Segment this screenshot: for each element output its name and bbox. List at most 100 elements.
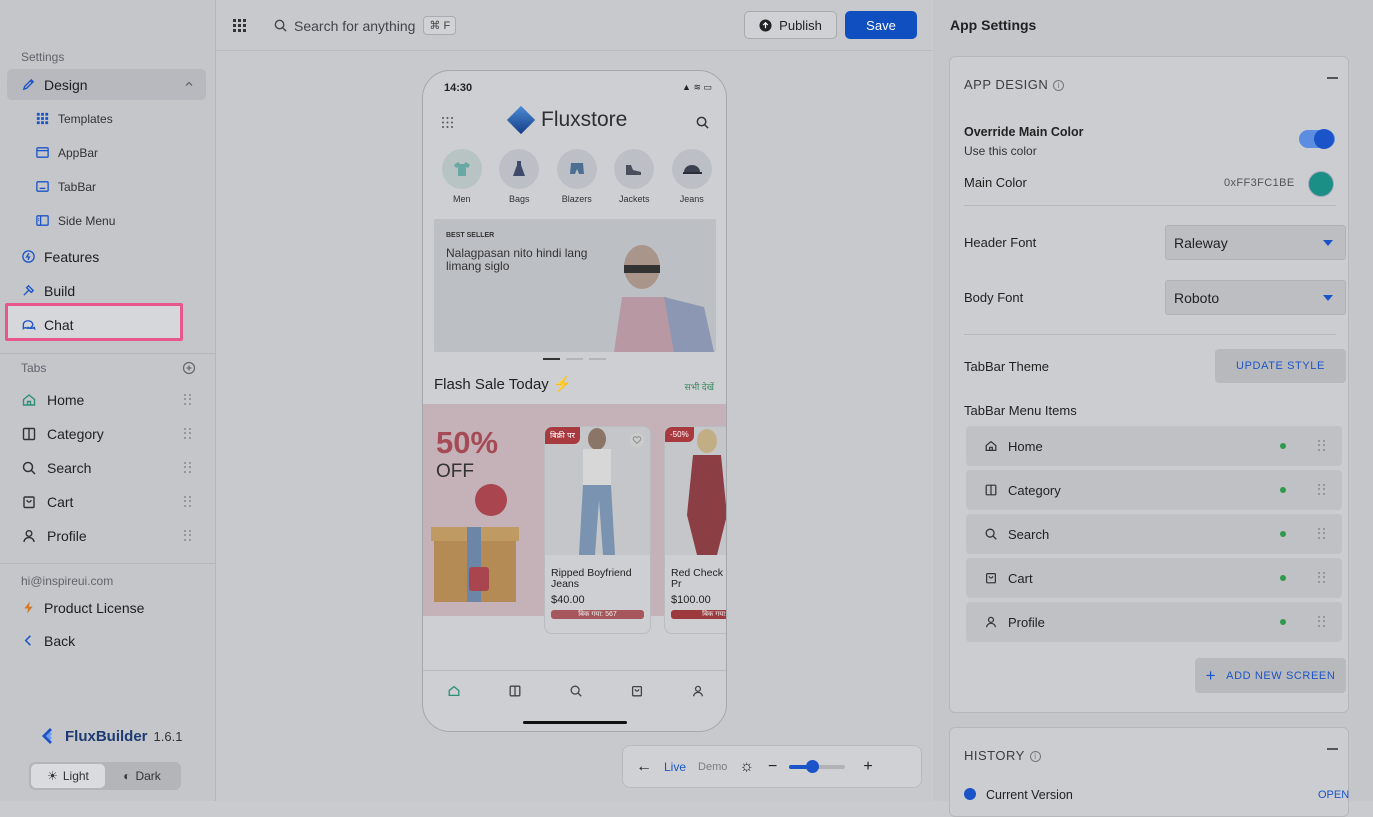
category-label: Jackets (618, 194, 650, 204)
category-label: Men (452, 194, 471, 204)
publish-button[interactable]: Publish (744, 11, 837, 39)
theme-switcher[interactable]: ☀ Light ◐ Dark (29, 762, 181, 790)
collapse-icon[interactable] (1327, 77, 1338, 79)
sidebar-item-templates[interactable]: Templates (22, 103, 206, 134)
publish-label: Publish (779, 17, 822, 33)
drag-handle-icon[interactable] (184, 428, 192, 440)
sidebar-item-label: Chat (44, 316, 74, 333)
menu-item-profile[interactable]: Profile (966, 602, 1342, 642)
product-card[interactable]: -50% Red Check (Affiliate Pr $100.00 बिक… (664, 426, 726, 634)
drag-handle-icon[interactable] (184, 394, 192, 406)
category-blazers[interactable]: Blazers (548, 149, 606, 204)
chevron-up-icon[interactable] (184, 79, 194, 89)
heart-icon[interactable] (630, 433, 644, 447)
apps-grid-icon[interactable] (232, 18, 247, 33)
shoe-icon (626, 165, 642, 175)
app-design-card: APP DESIGN i Override Main Color Use this… (949, 56, 1349, 713)
app-logo: Fluxstore (506, 105, 627, 135)
user-icon[interactable] (691, 684, 705, 698)
drag-handle-icon[interactable] (184, 530, 192, 542)
tab-home[interactable]: Home (7, 385, 206, 415)
demo-toggle[interactable]: Demo (698, 761, 727, 773)
info-icon[interactable]: i (1029, 751, 1041, 762)
menu-grid-icon[interactable] (441, 116, 454, 129)
global-search[interactable]: Search for anything ⌘ F (273, 16, 457, 35)
history-card: HISTORY i Current Version OPEN (949, 727, 1349, 817)
theme-dark-label: Dark (135, 769, 161, 783)
arrow-left-icon[interactable]: ← (636, 758, 652, 776)
home-icon[interactable] (447, 684, 461, 698)
add-new-screen-button[interactable]: + ADD NEW SCREEN (1195, 658, 1346, 693)
sidebar-item-features[interactable]: Features (7, 241, 206, 272)
menu-item-search[interactable]: Search (966, 514, 1342, 554)
product-card[interactable]: बिक्री पर Ripped Boyfriend Jeans $40.00 … (544, 426, 651, 634)
sidebar-item-tabbar[interactable]: TabBar (22, 171, 206, 202)
sidebar-item-design[interactable]: Design (7, 69, 206, 100)
category-men[interactable]: Men (433, 149, 491, 204)
version: 1.6.1 (153, 728, 183, 744)
cart-icon[interactable] (630, 684, 644, 698)
zoom-in-icon[interactable]: + (863, 758, 872, 776)
bolt-circle-icon (21, 249, 36, 264)
add-tab-icon[interactable] (182, 361, 196, 375)
tab-label: Search (47, 460, 92, 476)
info-icon[interactable]: i (1053, 80, 1065, 91)
banner-text: Nalagpasan nito hindi lang limang siglo (446, 246, 588, 273)
search-icon[interactable] (569, 684, 583, 698)
drag-handle-icon[interactable] (184, 496, 192, 508)
tab-search[interactable]: Search (7, 453, 206, 483)
appbar-icon (35, 145, 50, 160)
drag-handle-icon[interactable] (1318, 616, 1326, 628)
theme-light-button[interactable]: ☀ Light (31, 764, 105, 788)
sidebar-item-side-menu[interactable]: Side Menu (22, 205, 206, 236)
banner-pagination[interactable] (543, 358, 606, 360)
tab-profile[interactable]: Profile (7, 521, 206, 551)
update-style-button[interactable]: UPDATE STYLE (1215, 349, 1346, 383)
drag-handle-icon[interactable] (184, 462, 192, 474)
search-icon[interactable] (695, 115, 710, 130)
book-icon[interactable] (508, 684, 522, 698)
body-font-select[interactable]: Roboto (1165, 280, 1346, 315)
zoom-out-icon[interactable]: − (768, 758, 777, 776)
drag-handle-icon[interactable] (1318, 484, 1326, 496)
flash-sale-title: Flash Sale Today ⚡ (434, 376, 572, 393)
menu-item-home[interactable]: Home (966, 426, 1342, 466)
override-color-toggle[interactable] (1299, 129, 1335, 149)
theme-dark-button[interactable]: ◐ Dark (105, 764, 179, 788)
chevron-left-icon (21, 633, 36, 648)
search-icon (985, 528, 997, 540)
live-toggle[interactable]: Live (664, 760, 686, 774)
collapse-icon[interactable] (1327, 748, 1338, 750)
hero-banner[interactable]: BEST SELLER Nalagpasan nito hindi lang l… (434, 219, 716, 352)
drag-handle-icon[interactable] (1318, 528, 1326, 540)
menu-item-label: Profile (1008, 614, 1045, 630)
sun-icon: ☀ (47, 769, 58, 783)
brightness-icon[interactable]: ☼ (739, 758, 754, 776)
drag-handle-icon[interactable] (1318, 572, 1326, 584)
back-link[interactable]: Back (7, 625, 206, 656)
open-version-link[interactable]: OPEN (1318, 789, 1349, 801)
sidebar-item-appbar[interactable]: AppBar (22, 137, 206, 168)
save-button[interactable]: Save (845, 11, 917, 39)
tab-category[interactable]: Category (7, 419, 206, 449)
category-jeans[interactable]: Jeans (663, 149, 721, 204)
brand: FluxBuilder 1.6.1 (38, 726, 182, 746)
header-font-select[interactable]: Raleway (1165, 225, 1346, 260)
category-bags[interactable]: Bags (491, 149, 549, 204)
history-title-text: HISTORY (964, 748, 1025, 763)
tab-cart[interactable]: Cart (7, 487, 206, 517)
status-dot (1280, 443, 1286, 449)
zoom-slider[interactable] (789, 759, 846, 773)
category-jackets[interactable]: Jackets (606, 149, 664, 204)
menu-item-cart[interactable]: Cart (966, 558, 1342, 598)
main-color-swatch[interactable] (1308, 171, 1334, 197)
see-all-link[interactable]: सभी देखें (685, 380, 714, 393)
product-price: $40.00 (551, 594, 585, 606)
product-license-link[interactable]: Product License (7, 592, 206, 623)
drag-handle-icon[interactable] (1318, 440, 1326, 452)
phone-tabbar (423, 670, 726, 710)
sidebar-item-chat[interactable]: Chat (7, 309, 206, 340)
dropdown-arrow-icon (1323, 240, 1333, 246)
sidebar-item-build[interactable]: Build (7, 275, 206, 306)
menu-item-category[interactable]: Category (966, 470, 1342, 510)
